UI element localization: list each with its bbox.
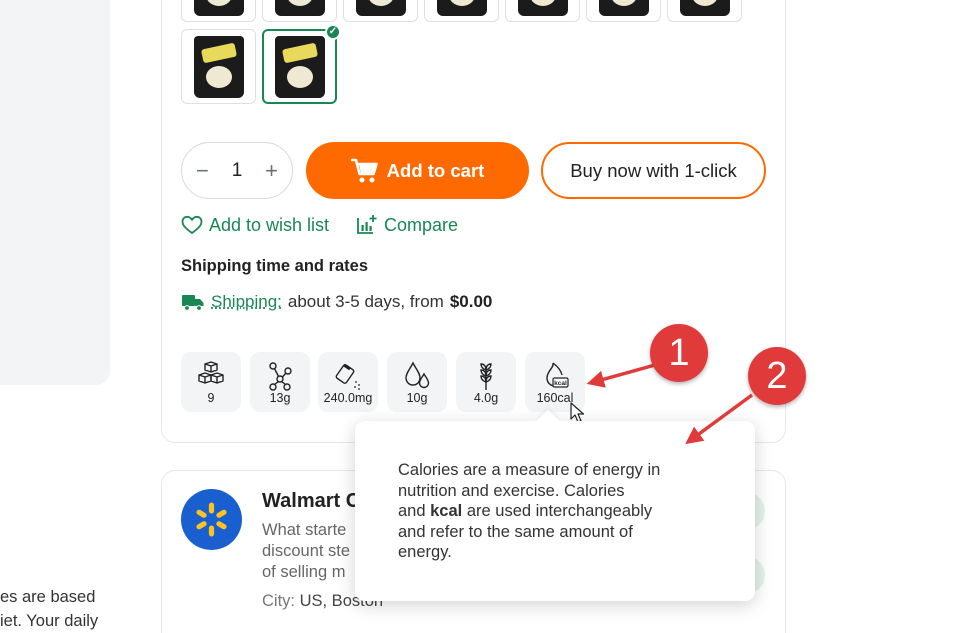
annotation-callout-1: 1 [650,324,708,382]
page: es are based iet. Your daily ✓ − 1 + Add… [0,0,960,633]
annotation-arrow-1 [586,363,656,388]
annotation-callout-2: 2 [748,347,806,405]
annotation-arrow-2 [685,393,754,445]
annotation-arrows [586,363,754,445]
